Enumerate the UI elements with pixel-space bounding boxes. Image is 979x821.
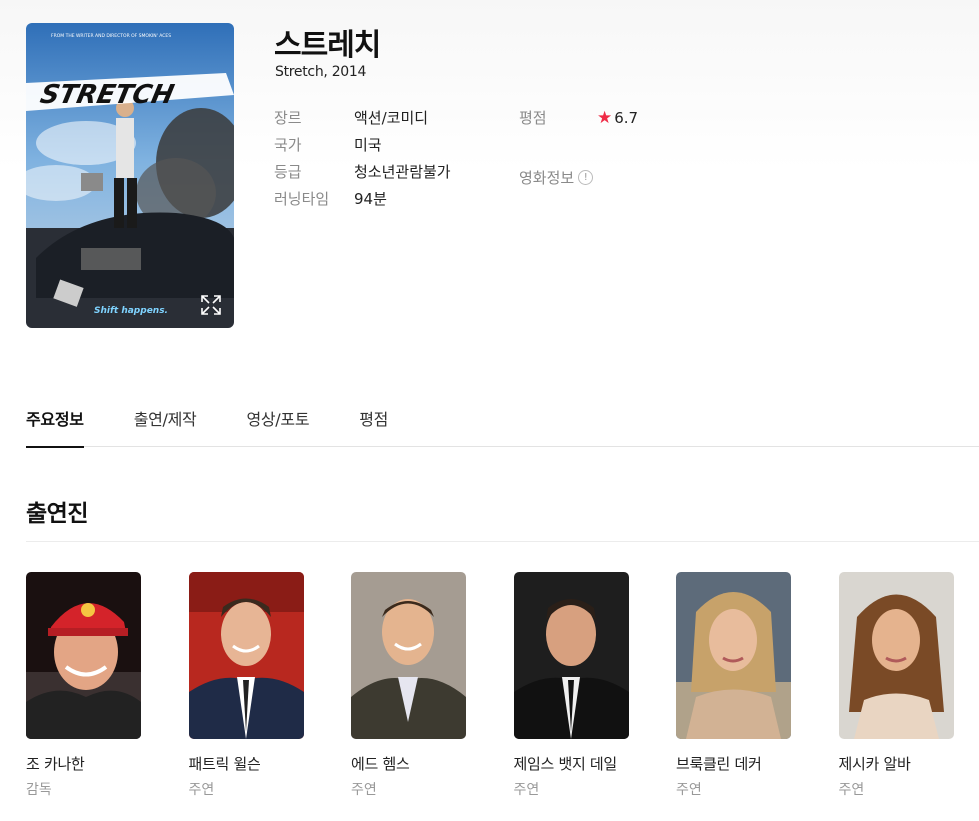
cast-item[interactable]: 조 카나한 감독	[26, 572, 141, 799]
tab-main-info[interactable]: 주요정보	[26, 396, 84, 448]
cast-photo	[838, 572, 954, 739]
info-value: 미국	[354, 136, 382, 154]
cast-list: 조 카나한 감독 패트릭 윌슨 주연 에드 헴스 주연 제임스 뱃지 데일 주연…	[26, 572, 979, 799]
info-label: 국가	[274, 136, 302, 154]
cast-item[interactable]: 제시카 알바 주연	[838, 572, 954, 799]
cast-photo	[676, 572, 791, 739]
star-icon: ★	[597, 107, 613, 128]
cast-photo	[513, 572, 629, 739]
info-label: 장르	[274, 109, 302, 127]
info-row-runtime: 러닝타임 94분	[274, 185, 451, 212]
cast-role: 주연	[513, 782, 540, 798]
cast-role: 주연	[351, 782, 377, 798]
cast-name: 제시카 알바	[838, 755, 911, 773]
movie-poster[interactable]: STRETCH FROM THE WRITER AND DIRECTOR OF …	[26, 23, 234, 328]
movie-title: 스트레치	[274, 28, 381, 63]
poster-tagline: Shift happens.	[94, 306, 168, 316]
tab-reviews[interactable]: 평점	[359, 396, 388, 447]
info-value: 청소년관람불가	[354, 163, 451, 181]
movie-subtitle: Stretch, 2014	[275, 64, 367, 80]
cast-name: 패트릭 윌슨	[188, 755, 261, 773]
cast-item[interactable]: 에드 헴스 주연	[351, 572, 466, 799]
cast-name: 제임스 뱃지 데일	[513, 755, 618, 773]
info-label: 등급	[274, 163, 302, 181]
movie-info-table: 장르 액션/코미디 국가 미국 등급 청소년관람불가 러닝타임 94분	[274, 104, 451, 212]
info-value: 94분	[354, 190, 387, 208]
cast-item[interactable]: 제임스 뱃지 데일 주연	[513, 572, 629, 799]
rating-label: 평점	[519, 109, 547, 127]
cast-name: 조 카나한	[26, 755, 85, 773]
movie-info-label: 영화정보	[519, 168, 575, 187]
cast-photo	[351, 572, 466, 739]
poster-logo: STRETCH	[38, 80, 177, 110]
section-divider	[26, 541, 979, 542]
poster-image: STRETCH FROM THE WRITER AND DIRECTOR OF …	[26, 23, 234, 328]
cast-item[interactable]: 브룩클린 데커 주연	[676, 572, 791, 799]
info-value: 액션/코미디	[354, 109, 429, 127]
expand-poster-button[interactable]	[196, 290, 226, 320]
cast-photo	[26, 572, 141, 739]
cast-name: 브룩클린 데커	[676, 755, 762, 773]
cast-item[interactable]: 패트릭 윌슨 주연	[188, 572, 304, 799]
info-circle-icon: !	[578, 169, 594, 185]
cast-role: 주연	[676, 782, 702, 798]
cast-name: 에드 헴스	[351, 755, 410, 773]
movie-info-link[interactable]: 영화정보 !	[519, 166, 594, 188]
rating-block: 평점 ★ 6.7	[519, 104, 638, 131]
cast-photo	[188, 572, 304, 739]
cast-role: 감독	[26, 782, 52, 798]
rating-row: 평점 ★ 6.7	[519, 104, 638, 131]
expand-icon	[201, 295, 221, 315]
tab-video-photo[interactable]: 영상/포토	[246, 396, 309, 447]
poster-top-text: FROM THE WRITER AND DIRECTOR OF SMOKIN' …	[51, 33, 171, 39]
info-row-rating-class: 등급 청소년관람불가	[274, 158, 451, 185]
cast-role: 주연	[188, 782, 215, 798]
cast-section-title: 출연진	[26, 501, 88, 527]
tab-cast-crew[interactable]: 출연/제작	[134, 396, 197, 447]
info-label: 러닝타임	[274, 190, 330, 208]
info-row-genre: 장르 액션/코미디	[274, 104, 451, 131]
rating-value: 6.7	[614, 108, 639, 127]
info-row-country: 국가 미국	[274, 131, 451, 158]
cast-role: 주연	[838, 782, 865, 798]
tab-bar: 주요정보 출연/제작 영상/포토 평점	[26, 396, 979, 448]
